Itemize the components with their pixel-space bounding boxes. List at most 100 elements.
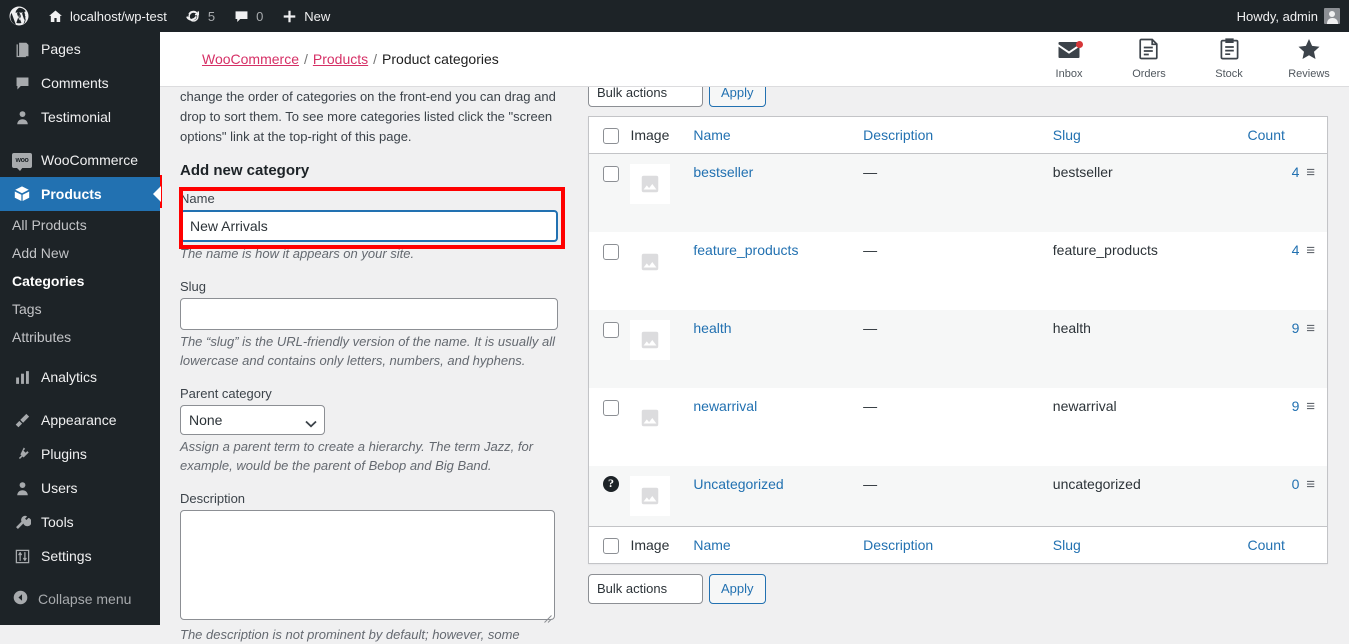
row-checkbox[interactable] — [603, 399, 619, 416]
name-input[interactable] — [180, 210, 558, 242]
category-count-link[interactable]: 9 — [1292, 398, 1300, 414]
placeholder-image-icon — [630, 475, 671, 516]
updates-count: 5 — [207, 8, 216, 24]
table-header-row: Image Name Description Slug Count — [588, 116, 1328, 154]
category-name-link[interactable]: newarrival — [693, 398, 757, 414]
row-select-cell — [588, 153, 631, 232]
default-category-help-icon[interactable]: ? — [603, 475, 619, 492]
table-footer-row: Image Name Description Slug Count — [588, 525, 1328, 563]
bulk-actions-select-bottom[interactable]: Bulk actions — [588, 573, 703, 604]
breadcrumb-link-products[interactable]: Products — [313, 51, 368, 67]
table-row: health — health 9 ≡ — [588, 309, 1328, 388]
products-icon — [12, 184, 32, 204]
drag-handle-icon[interactable]: ≡ — [1306, 476, 1315, 493]
row-select-cell — [589, 232, 631, 310]
page-content: change the order of categories on the fr… — [160, 77, 1349, 642]
sidebar-item-woocommerce[interactable]: woo WooCommerce — [0, 143, 160, 177]
collapse-menu-button[interactable]: Collapse menu — [0, 582, 160, 616]
orders-icon — [1139, 38, 1159, 65]
description-textarea[interactable] — [180, 510, 555, 620]
site-name-menu[interactable]: localhost/wp-test — [38, 0, 176, 32]
inbox-notification-dot — [1076, 40, 1083, 48]
category-name-link[interactable]: Uncategorized — [693, 476, 783, 492]
row-description-cell: — — [863, 241, 878, 258]
slug-input[interactable] — [180, 298, 558, 330]
sidebar-item-plugins[interactable]: Plugins — [0, 437, 160, 471]
header-button-orders[interactable]: Orders — [1109, 32, 1189, 87]
column-footer-slug[interactable]: Slug — [1052, 525, 1248, 563]
drag-handle-icon[interactable]: ≡ — [1306, 242, 1315, 259]
sidebar-item-analytics[interactable]: Analytics — [0, 360, 160, 394]
header-button-label: Orders — [1132, 68, 1166, 80]
column-header-description[interactable]: Description — [863, 116, 1053, 154]
row-name-cell: bestseller — [693, 153, 864, 232]
row-checkbox[interactable] — [603, 166, 619, 182]
category-name-link[interactable]: feature_products — [693, 242, 798, 258]
row-image-cell — [630, 388, 693, 466]
row-slug-cell: bestseller — [1052, 153, 1248, 232]
bulk-apply-button-bottom[interactable]: Apply — [709, 573, 766, 604]
category-count-link[interactable]: 0 — [1292, 476, 1300, 492]
description-field-block: Description The description is not promi… — [180, 491, 580, 644]
column-header-slug[interactable]: Slug — [1052, 116, 1248, 154]
tools-icon — [12, 512, 32, 532]
header-button-reviews[interactable]: Reviews — [1269, 32, 1349, 87]
column-footer-name[interactable]: Name — [693, 525, 864, 563]
row-name-cell: feature_products — [693, 232, 863, 310]
admin-bar: localhost/wp-test 5 0 New Howdy, admin — [0, 0, 1349, 32]
updates-icon — [185, 10, 199, 22]
category-name-link[interactable]: bestseller — [693, 164, 753, 180]
sidebar-item-products[interactable]: Products — [0, 177, 161, 211]
sidebar-item-tags[interactable]: Tags — [0, 295, 160, 323]
row-checkbox[interactable] — [603, 243, 619, 260]
category-name-link[interactable]: health — [693, 320, 731, 336]
sidebar-item-attributes[interactable]: Attributes — [0, 323, 160, 351]
sidebar-item-pages[interactable]: Pages — [0, 32, 160, 66]
sidebar-item-tools[interactable]: Tools — [0, 505, 160, 539]
column-header-handle — [1299, 116, 1328, 154]
header-button-label: Inbox — [1055, 67, 1083, 80]
new-content-menu[interactable]: New — [272, 0, 339, 32]
sidebar-item-settings[interactable]: Settings — [0, 539, 160, 573]
column-footer-count[interactable]: Count — [1247, 525, 1300, 563]
header-button-inbox[interactable]: Inbox — [1029, 32, 1109, 87]
sidebar-item-comments[interactable]: Comments — [0, 66, 160, 100]
category-count-link[interactable]: 4 — [1292, 164, 1300, 180]
sidebar-item-label: Pages — [41, 41, 81, 57]
category-count-link[interactable]: 4 — [1292, 242, 1300, 258]
select-all-checkbox-top[interactable] — [603, 128, 619, 144]
my-account-menu[interactable]: Howdy, admin — [1228, 0, 1349, 32]
drag-handle-icon[interactable]: ≡ — [1306, 164, 1315, 181]
header-button-stock[interactable]: Stock — [1189, 32, 1269, 87]
admin-sidebar-menu: Pages Comments Testimonial woo WooCommer… — [0, 32, 161, 625]
column-header-name[interactable]: Name — [693, 116, 864, 154]
row-checkbox[interactable] — [603, 321, 619, 338]
select-all-checkbox-bottom[interactable] — [603, 537, 619, 554]
column-footer-description[interactable]: Description — [863, 525, 1053, 563]
sidebar-item-categories[interactable]: Categories — [0, 267, 160, 295]
row-count-cell: 4 — [1247, 153, 1300, 232]
updates-menu[interactable]: 5 — [176, 0, 224, 32]
sidebar-item-add-new[interactable]: Add New — [0, 239, 160, 267]
sidebar-item-appearance[interactable]: Appearance — [0, 403, 160, 437]
breadcrumb-separator: / — [373, 51, 378, 67]
sidebar-subitem-label: Categories — [12, 273, 85, 289]
sidebar-item-users[interactable]: Users — [0, 471, 160, 505]
breadcrumb-link-woocommerce[interactable]: WooCommerce — [202, 51, 299, 67]
row-image-cell — [630, 153, 694, 232]
table-row: feature_products — feature_products 4 ≡ — [589, 232, 1328, 310]
column-header-count[interactable]: Count — [1247, 116, 1300, 154]
category-count-link[interactable]: 9 — [1292, 320, 1300, 336]
drag-handle-icon[interactable]: ≡ — [1306, 398, 1315, 415]
parent-category-select[interactable]: None — [180, 405, 325, 435]
wordpress-logo-menu[interactable] — [0, 0, 38, 32]
drag-handle-icon[interactable]: ≡ — [1306, 320, 1315, 337]
row-handle-cell: ≡ — [1299, 465, 1328, 526]
parent-category-help-text: Assign a parent term to create a hierarc… — [180, 439, 534, 473]
comments-menu[interactable]: 0 — [224, 0, 272, 32]
sidebar-item-testimonial[interactable]: Testimonial — [0, 100, 160, 134]
comment-bubble-icon — [235, 10, 248, 22]
sidebar-item-all-products[interactable]: All Products — [0, 211, 160, 239]
analytics-icon — [12, 367, 32, 387]
row-handle-cell: ≡ — [1299, 153, 1328, 232]
